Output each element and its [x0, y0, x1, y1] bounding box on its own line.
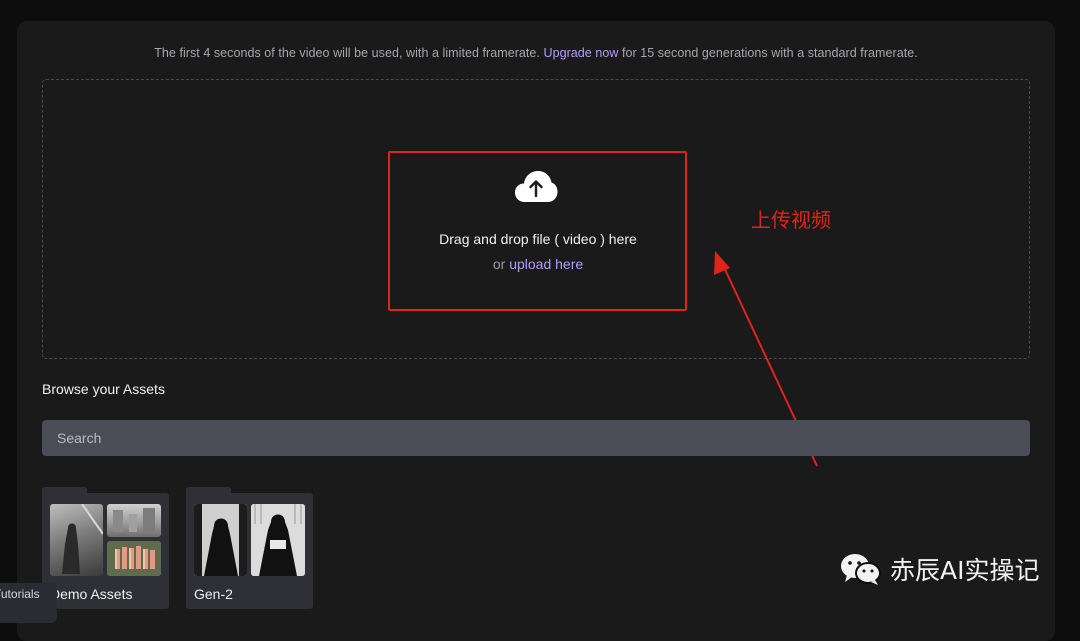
thumbnail-pillars	[107, 541, 161, 576]
browse-assets-title: Browse your Assets	[42, 381, 165, 397]
asset-search-input[interactable]	[42, 420, 1030, 456]
tutorials-button[interactable]: Tutorials	[0, 583, 57, 623]
notice-suffix: for 15 second generations with a standar…	[621, 46, 918, 60]
watermark: 赤辰AI实操记	[840, 551, 1039, 587]
thumbnail-silhouette-right	[251, 504, 305, 576]
cloud-upload-icon[interactable]	[514, 170, 558, 204]
annotation-label: 上传视频	[751, 208, 831, 232]
upgrade-now-link[interactable]: Upgrade now	[544, 46, 619, 60]
folder-label: Gen-2	[194, 586, 233, 602]
wechat-icon	[841, 554, 881, 585]
watermark-text: 赤辰AI实操记	[890, 556, 1040, 585]
folder-gen-2[interactable]: Gen-2	[186, 487, 313, 609]
limit-notice: The first 4 seconds of the video will be…	[17, 46, 1055, 60]
tutorials-label: Tutorials	[0, 587, 40, 601]
drag-drop-text: Drag and drop file ( video ) here	[439, 231, 637, 247]
thumbnail-room	[107, 504, 161, 537]
thumbnail-silhouette-left	[194, 504, 247, 576]
or-text: or	[492, 256, 506, 272]
notice-prefix: The first 4 seconds of the video will be…	[154, 46, 540, 60]
thumbnail-figure	[50, 504, 103, 576]
folder-label: Demo Assets	[50, 586, 133, 602]
upload-panel: The first 4 seconds of the video will be…	[17, 21, 1055, 641]
folder-demo-assets[interactable]: Demo Assets	[42, 487, 169, 609]
upload-alt-line: or upload here	[388, 256, 688, 272]
upload-here-link[interactable]: upload here	[509, 256, 583, 272]
